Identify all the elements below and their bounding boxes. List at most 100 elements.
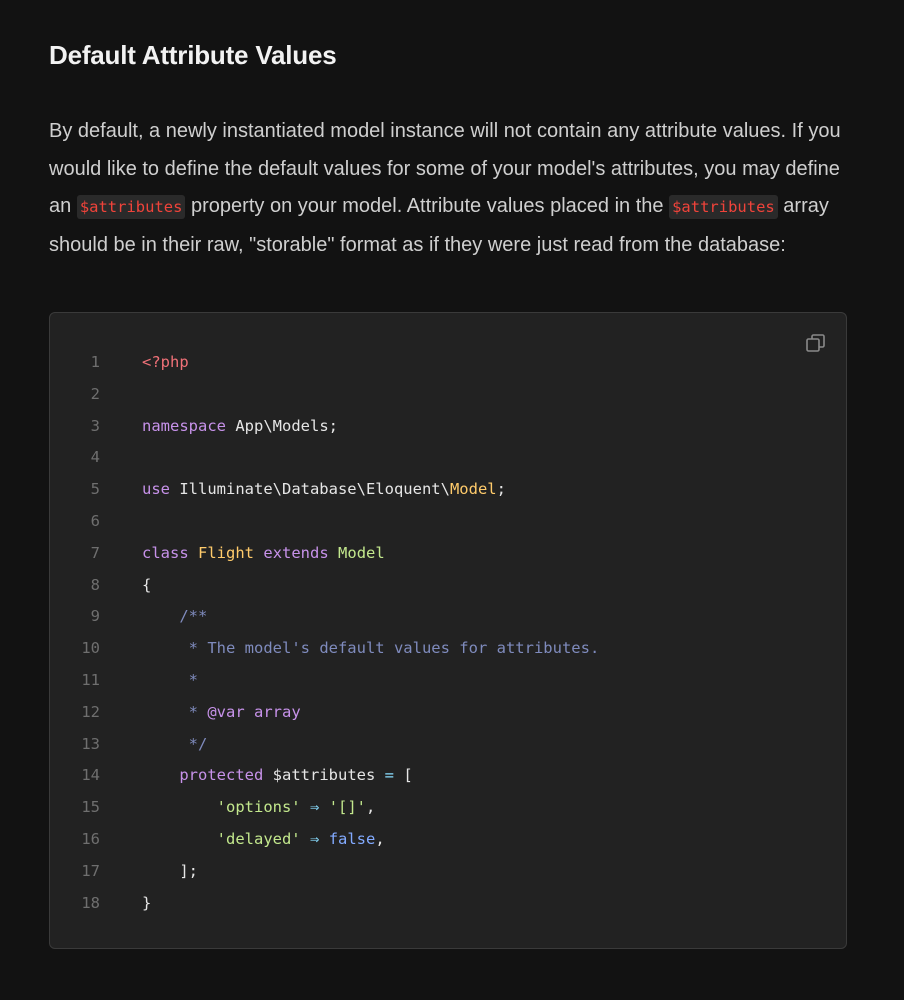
code-token: ,: [366, 798, 376, 817]
code-text: {: [142, 570, 151, 602]
line-number: 6: [90, 511, 100, 530]
line-number: 11: [81, 670, 100, 689]
code-line: 15 'options' ⇒ '[]',: [50, 792, 846, 824]
code-token: '[]': [328, 798, 367, 817]
paragraph-text-2: property on your model. Attribute values…: [185, 195, 670, 217]
line-number: 10: [81, 639, 100, 658]
line-number: 4: [90, 448, 100, 467]
section-heading: Default Attribute Values: [49, 40, 337, 70]
code-token: false: [328, 829, 376, 848]
code-token: class: [142, 543, 189, 562]
code-line: 13 */: [50, 729, 846, 761]
code-token: @var: [207, 702, 245, 721]
code-line: 7 class Flight extends Model: [50, 538, 846, 570]
code-token: *: [188, 670, 199, 689]
code-text: ];: [142, 856, 198, 888]
code-token: /**: [179, 607, 208, 626]
code-line: 3 namespace App\Models;: [50, 411, 846, 443]
code-text: namespace App\Models;: [142, 411, 338, 443]
code-token: ;: [496, 480, 506, 499]
line-number: 18: [81, 893, 100, 912]
code-token: protected: [179, 766, 264, 785]
code-token: array: [254, 702, 301, 721]
code-token: Flight: [198, 543, 255, 562]
code-text: use Illuminate\Database\Eloquent\Model;: [142, 474, 506, 506]
line-number: 1: [90, 353, 100, 371]
line-number: 14: [81, 766, 100, 785]
line-number: 13: [81, 734, 100, 753]
code-token: use: [142, 480, 170, 499]
code-token: *: [188, 702, 208, 721]
inline-code-attributes: $attributes: [669, 195, 778, 219]
line-number: 8: [90, 575, 100, 594]
description-paragraph: By default, a newly instantiated model i…: [49, 113, 849, 264]
line-number: 17: [81, 861, 100, 880]
code-token: */: [188, 734, 208, 753]
code-line: 18}: [50, 888, 846, 920]
code-token: ⇒: [310, 829, 320, 848]
code-token: ,: [375, 829, 385, 848]
code-text: * The model's default values for attribu…: [142, 633, 600, 665]
code-line: 1 <?php: [50, 347, 846, 379]
code-token: <?php: [142, 353, 189, 371]
code-text: */: [142, 729, 208, 761]
code-text: }: [142, 888, 151, 920]
inline-code-attributes: $attributes: [76, 195, 186, 219]
code-line: 10 * The model's default values for attr…: [50, 633, 846, 665]
line-number: 12: [81, 702, 100, 721]
line-number: 2: [90, 384, 100, 403]
code-line: 6: [50, 506, 846, 538]
code-text: 'delayed' ⇒ false,: [142, 824, 385, 856]
code-token: Model: [449, 480, 497, 499]
line-number: 7: [90, 543, 100, 562]
code-text: class Flight extends Model: [142, 538, 385, 570]
code-line: 14 protected $attributes = [: [50, 760, 846, 792]
code-token: App\Models;: [226, 416, 338, 435]
code-block: 1 <?php 2 3 namespace App\Models; 4 5 use Illum…: [49, 312, 847, 949]
code-token: ⇒: [310, 798, 320, 817]
code-line: 5 use Illuminate\Database\Eloquent\Model;: [50, 474, 846, 506]
line-number: 5: [90, 480, 100, 499]
code-token: Model: [338, 543, 385, 562]
code-token: =: [384, 766, 394, 785]
code-token: 'options': [216, 798, 301, 817]
code-line: 11 *: [50, 665, 846, 697]
code-text: * @var array: [142, 697, 301, 729]
code-token: [: [394, 766, 413, 785]
line-number: 15: [81, 798, 100, 817]
line-number: 9: [90, 607, 100, 626]
code-text: /**: [142, 601, 207, 633]
line-number: 3: [90, 416, 100, 435]
code-line: 2: [50, 379, 846, 411]
code-token: $attributes: [263, 766, 385, 785]
code-token: ];: [142, 861, 198, 880]
code-token: {: [142, 575, 152, 594]
code-token: 'delayed': [216, 829, 301, 848]
code-token: Illuminate\Database\Eloquent\: [170, 480, 450, 499]
code-line: 16 'delayed' ⇒ false,: [50, 824, 846, 856]
code-token: * The model's default values for attribu…: [188, 639, 600, 658]
code-text: 'options' ⇒ '[]',: [142, 792, 376, 824]
code-line: 8{: [50, 570, 846, 602]
line-number: 16: [81, 829, 100, 848]
code-lines: 1 <?php 2 3 namespace App\Models; 4 5 use Illum…: [50, 347, 846, 919]
code-line: 17 ];: [50, 856, 846, 888]
code-text: <?php: [142, 347, 189, 379]
code-token: namespace: [142, 416, 226, 435]
code-line: 12 * @var array: [50, 697, 846, 729]
code-text: protected $attributes = [: [142, 760, 413, 792]
